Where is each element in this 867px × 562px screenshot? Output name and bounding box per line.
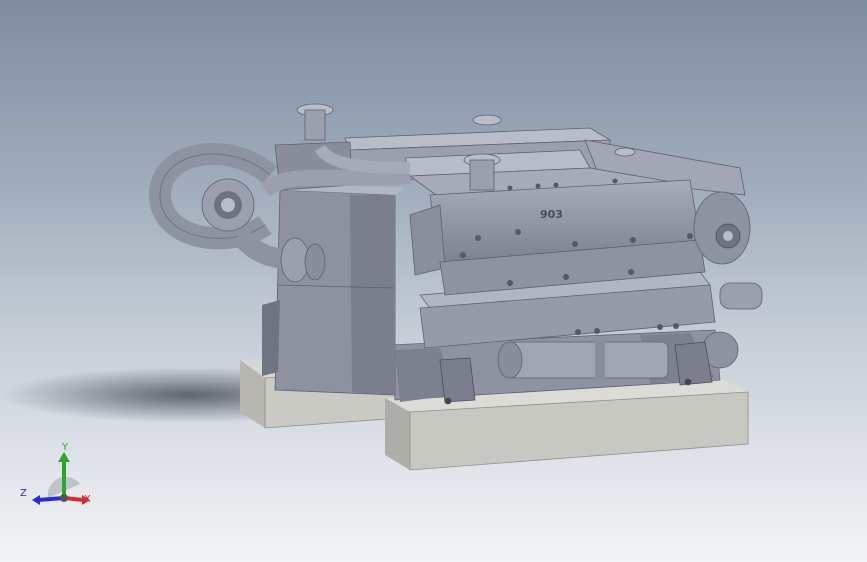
timing-cover <box>693 191 751 265</box>
starter-cylinder <box>497 338 669 382</box>
engine-model[interactable]: 903 <box>0 0 867 562</box>
triad-axes <box>32 452 90 505</box>
coordinate-triad: Y Z X <box>18 438 98 518</box>
z-axis-label: Z <box>20 488 27 499</box>
x-axis-label: X <box>84 494 91 505</box>
valve-cover-marking: 903 <box>540 208 563 221</box>
gearbox-housing <box>262 183 405 396</box>
3d-viewport[interactable]: 903 Y Z X <box>0 0 867 562</box>
y-axis-label: Y <box>62 442 69 453</box>
